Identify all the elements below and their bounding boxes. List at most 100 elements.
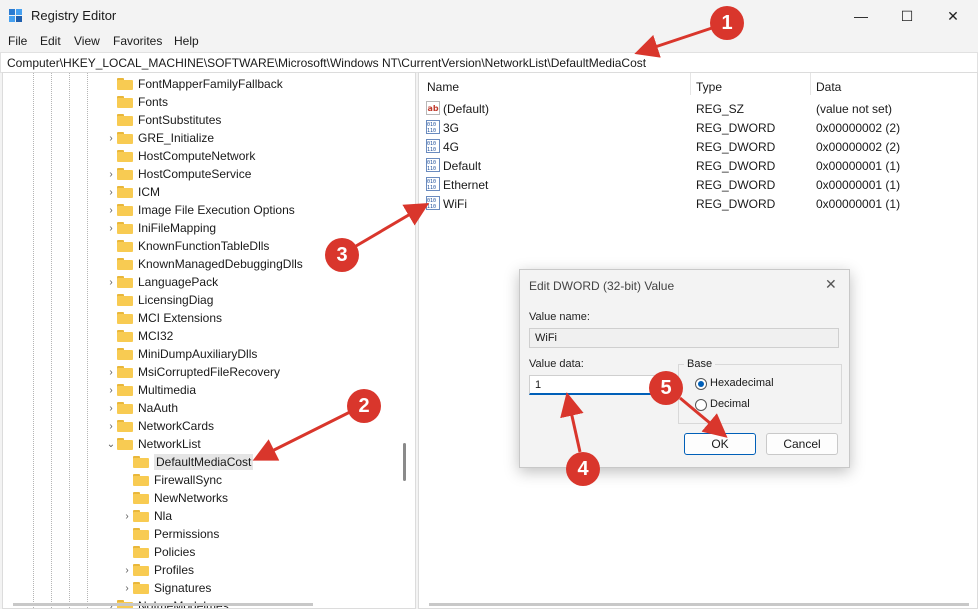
- value-row[interactable]: 010 110 3G REG_DWORD 0x00000002 (2): [419, 118, 977, 137]
- expand-chevron-icon[interactable]: ›: [105, 403, 117, 414]
- tree-node[interactable]: › LanguagePack: [105, 273, 218, 291]
- close-button[interactable]: ✕: [930, 0, 976, 32]
- tree-node-label[interactable]: NetworkList: [138, 437, 201, 451]
- menu-favorites[interactable]: Favorites: [113, 34, 162, 48]
- expand-chevron-icon[interactable]: ›: [121, 511, 133, 522]
- value-row[interactable]: 010 110 4G REG_DWORD 0x00000002 (2): [419, 137, 977, 156]
- tree-node-label[interactable]: Nla: [154, 509, 172, 523]
- tree-node[interactable]: KnownManagedDebuggingDlls: [105, 255, 303, 273]
- minimize-button[interactable]: —: [838, 0, 884, 32]
- expand-chevron-icon[interactable]: ›: [105, 421, 117, 432]
- tree-node[interactable]: › HostComputeService: [105, 165, 251, 183]
- values-horizontal-scrollbar[interactable]: [429, 603, 969, 606]
- tree-node-label[interactable]: FontSubstitutes: [138, 113, 221, 127]
- tree-node[interactable]: Permissions: [121, 525, 219, 543]
- column-header-type[interactable]: Type: [696, 80, 722, 94]
- tree-node[interactable]: › Image File Execution Options: [105, 201, 295, 219]
- tree-node-label[interactable]: LanguagePack: [138, 275, 218, 289]
- ok-button[interactable]: OK: [684, 433, 756, 455]
- tree-node-label[interactable]: MCI32: [138, 329, 173, 343]
- menu-view[interactable]: View: [74, 34, 100, 48]
- column-header-data[interactable]: Data: [816, 80, 841, 94]
- value-data-input[interactable]: 1: [529, 375, 669, 395]
- tree-node[interactable]: › Multimedia: [105, 381, 196, 399]
- tree-horizontal-scrollbar[interactable]: [13, 603, 313, 606]
- tree-node[interactable]: › Signatures: [121, 579, 211, 597]
- expand-chevron-icon[interactable]: ›: [105, 205, 117, 216]
- tree-node[interactable]: › Profiles: [121, 561, 194, 579]
- tree-node[interactable]: › ICM: [105, 183, 160, 201]
- tree-node-label[interactable]: GRE_Initialize: [138, 131, 214, 145]
- expand-chevron-icon[interactable]: ›: [105, 187, 117, 198]
- tree-node-label[interactable]: Permissions: [154, 527, 219, 541]
- tree-node[interactable]: DefaultMediaCost: [121, 453, 254, 471]
- expand-chevron-icon[interactable]: ›: [105, 169, 117, 180]
- tree-node[interactable]: Fonts: [105, 93, 168, 111]
- tree-node[interactable]: Policies: [121, 543, 195, 561]
- collapse-chevron-icon[interactable]: ⌄: [105, 439, 117, 450]
- tree-node[interactable]: › NetworkCards: [105, 417, 214, 435]
- hexadecimal-label[interactable]: Hexadecimal: [710, 377, 774, 389]
- tree-node[interactable]: FontSubstitutes: [105, 111, 221, 129]
- decimal-radio[interactable]: [695, 399, 707, 411]
- tree-node-label[interactable]: FontMapperFamilyFallback: [138, 77, 283, 91]
- tree-node-label[interactable]: KnownFunctionTableDlls: [138, 239, 269, 253]
- tree-node-label[interactable]: Profiles: [154, 563, 194, 577]
- tree-node-label[interactable]: DefaultMediaCost: [154, 454, 254, 470]
- value-row[interactable]: ab (Default) REG_SZ (value not set): [419, 99, 977, 118]
- registry-tree[interactable]: FontMapperFamilyFallback Fonts FontSubstit…: [2, 72, 416, 609]
- tree-node[interactable]: LicensingDiag: [105, 291, 213, 309]
- tree-node-label[interactable]: MCI Extensions: [138, 311, 222, 325]
- tree-node-label[interactable]: NaAuth: [138, 401, 178, 415]
- tree-node-label[interactable]: NetworkCards: [138, 419, 214, 433]
- expand-chevron-icon[interactable]: ›: [105, 367, 117, 378]
- menu-help[interactable]: Help: [174, 34, 199, 48]
- tree-node-label[interactable]: MsiCorruptedFileRecovery: [138, 365, 280, 379]
- tree-node-label[interactable]: HostComputeService: [138, 167, 251, 181]
- tree-node-label[interactable]: NewNetworks: [154, 491, 228, 505]
- tree-node[interactable]: › Nla: [121, 507, 172, 525]
- value-row[interactable]: 010 110 WiFi REG_DWORD 0x00000001 (1): [419, 194, 977, 213]
- value-row[interactable]: 010 110 Default REG_DWORD 0x00000001 (1): [419, 156, 977, 175]
- maximize-button[interactable]: ☐: [884, 0, 930, 32]
- address-bar[interactable]: Computer\HKEY_LOCAL_MACHINE\SOFTWARE\Mic…: [0, 52, 978, 73]
- tree-node-label[interactable]: IniFileMapping: [138, 221, 216, 235]
- tree-node-label[interactable]: LicensingDiag: [138, 293, 213, 307]
- tree-node-label[interactable]: Multimedia: [138, 383, 196, 397]
- tree-node[interactable]: › NaAuth: [105, 399, 178, 417]
- tree-scrollbar-thumb[interactable]: [403, 443, 406, 481]
- column-divider[interactable]: [810, 73, 811, 95]
- tree-node[interactable]: FirewallSync: [121, 471, 222, 489]
- tree-node[interactable]: HostComputeNetwork: [105, 147, 255, 165]
- decimal-label[interactable]: Decimal: [710, 398, 750, 410]
- tree-node[interactable]: MiniDumpAuxiliaryDlls: [105, 345, 257, 363]
- value-name-field[interactable]: WiFi: [529, 328, 839, 348]
- tree-node-label[interactable]: KnownManagedDebuggingDlls: [138, 257, 303, 271]
- tree-node-label[interactable]: MiniDumpAuxiliaryDlls: [138, 347, 257, 361]
- tree-node-label[interactable]: FirewallSync: [154, 473, 222, 487]
- tree-node-label[interactable]: Policies: [154, 545, 195, 559]
- dialog-close-icon[interactable]: ✕: [825, 276, 837, 293]
- tree-node[interactable]: NewNetworks: [121, 489, 228, 507]
- tree-node[interactable]: › MsiCorruptedFileRecovery: [105, 363, 280, 381]
- tree-node[interactable]: ⌄ NetworkList: [105, 435, 201, 453]
- hexadecimal-radio[interactable]: [695, 378, 707, 390]
- tree-node-label[interactable]: Signatures: [154, 581, 211, 595]
- tree-node[interactable]: KnownFunctionTableDlls: [105, 237, 269, 255]
- column-divider[interactable]: [690, 73, 691, 95]
- tree-node-label[interactable]: Image File Execution Options: [138, 203, 295, 217]
- expand-chevron-icon[interactable]: ›: [121, 583, 133, 594]
- tree-node-label[interactable]: ICM: [138, 185, 160, 199]
- tree-node[interactable]: MCI Extensions: [105, 309, 222, 327]
- address-path[interactable]: Computer\HKEY_LOCAL_MACHINE\SOFTWARE\Mic…: [7, 56, 646, 70]
- menu-file[interactable]: File: [8, 34, 27, 48]
- tree-node-label[interactable]: Fonts: [138, 95, 168, 109]
- column-header-name[interactable]: Name: [427, 80, 459, 94]
- expand-chevron-icon[interactable]: ›: [105, 133, 117, 144]
- cancel-button[interactable]: Cancel: [766, 433, 838, 455]
- tree-node[interactable]: › GRE_Initialize: [105, 129, 214, 147]
- expand-chevron-icon[interactable]: ›: [121, 565, 133, 576]
- tree-node[interactable]: MCI32: [105, 327, 173, 345]
- expand-chevron-icon[interactable]: ›: [105, 385, 117, 396]
- value-row[interactable]: 010 110 Ethernet REG_DWORD 0x00000001 (1): [419, 175, 977, 194]
